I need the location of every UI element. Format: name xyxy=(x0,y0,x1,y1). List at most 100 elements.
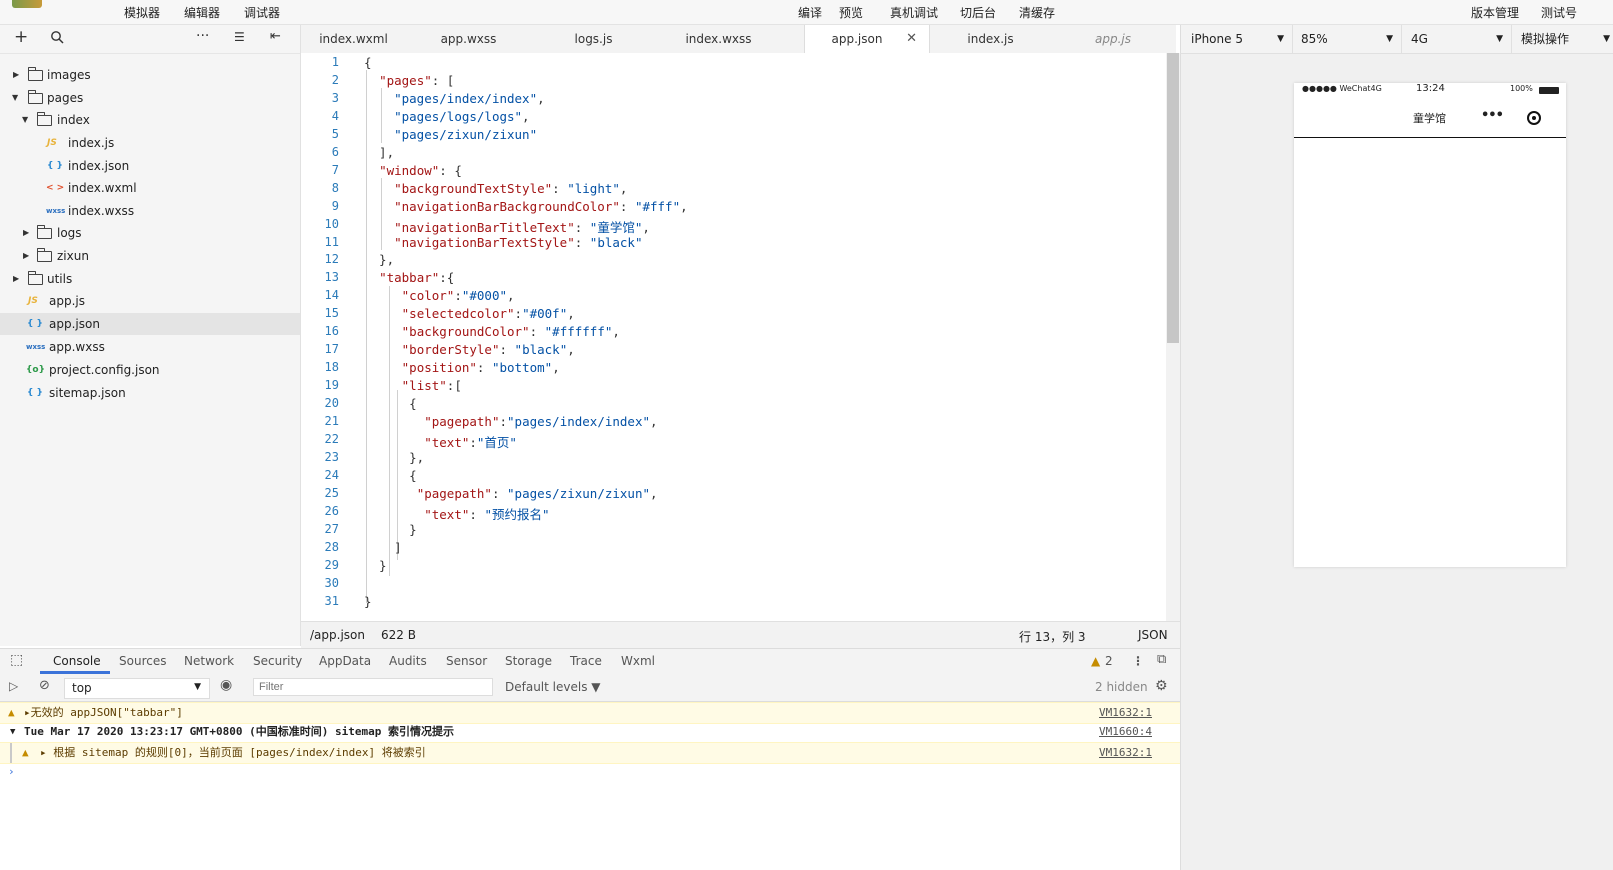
toolbar-remote-debug-button[interactable]: 真机调试 xyxy=(890,4,938,21)
tree-item-pages[interactable]: ▼ pages xyxy=(0,87,300,109)
devtools-tab-network[interactable]: Network xyxy=(184,654,234,668)
console-source-link[interactable]: VM1632:1 xyxy=(1099,703,1152,723)
console-source-link[interactable]: VM1632:1 xyxy=(1099,743,1152,763)
code-line[interactable]: "backgroundColor": "#ffffff", xyxy=(364,324,620,339)
warning-icon[interactable]: ▲ xyxy=(1091,654,1100,668)
devtools-tab-storage[interactable]: Storage xyxy=(505,654,552,668)
tab-index-wxss[interactable]: index.wxss xyxy=(656,25,781,53)
code-line[interactable]: "backgroundTextStyle": "light", xyxy=(364,181,627,196)
tree-item-project-config[interactable]: {o} project.config.json xyxy=(0,359,300,381)
console-source-link[interactable]: VM1660:4 xyxy=(1099,722,1152,742)
code-line[interactable]: "position": "bottom", xyxy=(364,360,560,375)
code-line[interactable]: }, xyxy=(364,252,394,267)
capsule-menu-icon[interactable]: ••• xyxy=(1481,108,1504,123)
console-message[interactable]: ▲ ▸ 根据 sitemap 的规则[0]，当前页面 [pages/index/… xyxy=(0,742,1180,764)
code-line[interactable]: "list":[ xyxy=(364,378,462,393)
expanded-arrow-icon[interactable]: ▼ xyxy=(10,722,15,742)
tree-item-utils[interactable]: ▶ utils xyxy=(0,268,300,290)
console-message[interactable]: ▲ ▸无效的 appJSON["tabbar"] VM1632:1 xyxy=(0,702,1180,724)
code-line[interactable]: "selectedcolor":"#00f", xyxy=(364,306,575,321)
code-line[interactable]: "text":"首页" xyxy=(364,432,517,451)
devtools-tab-console[interactable]: Console xyxy=(53,654,101,668)
toolbar-debugger-label[interactable]: 调试器 xyxy=(244,4,280,21)
toolbar-editor-label[interactable]: 编辑器 xyxy=(184,4,220,21)
sidebar-toggle-icon[interactable]: ▷ xyxy=(9,679,18,693)
tree-item-images[interactable]: ▶ images xyxy=(0,64,300,86)
code-line[interactable]: "navigationBarTitleText": "童学馆", xyxy=(364,217,650,236)
code-line[interactable]: "navigationBarTextStyle": "black" xyxy=(364,235,642,250)
avatar[interactable] xyxy=(12,0,42,8)
kebab-menu-icon[interactable]: ⋮ xyxy=(1132,654,1144,668)
devtools-tab-sources[interactable]: Sources xyxy=(119,654,166,668)
code-line[interactable]: "pages/logs/logs", xyxy=(364,109,529,124)
collapse-icon[interactable]: ☰ xyxy=(234,30,245,44)
code-line[interactable]: } xyxy=(364,522,417,537)
code-editor[interactable]: 1 {2 "pages": [3 "pages/index/index", 4 "p… xyxy=(301,53,1166,621)
zoom-select[interactable]: 85% ▼ xyxy=(1301,25,1402,53)
hide-sidebar-icon[interactable]: ⇤ xyxy=(270,29,281,44)
code-line[interactable]: "tabbar":{ xyxy=(364,270,454,285)
close-icon[interactable]: ✕ xyxy=(906,25,917,53)
code-line[interactable]: } xyxy=(364,558,387,573)
capsule-close-icon[interactable] xyxy=(1527,111,1541,125)
editor-scrollbar-thumb[interactable] xyxy=(1167,53,1179,343)
toolbar-compile-button[interactable]: 编译 xyxy=(798,4,822,21)
tree-item-index-folder[interactable]: ▼ index xyxy=(0,109,300,131)
code-line[interactable]: ] xyxy=(364,540,402,555)
add-icon[interactable]: + xyxy=(14,27,28,47)
tab-app-json[interactable]: app.json ✕ xyxy=(804,25,930,54)
devtools-tab-sensor[interactable]: Sensor xyxy=(446,654,487,668)
gear-icon[interactable]: ⚙ xyxy=(1155,678,1168,694)
search-icon[interactable] xyxy=(50,30,64,48)
status-language[interactable]: JSON xyxy=(1138,628,1168,642)
tree-item-zixun[interactable]: ▶ zixun xyxy=(0,245,300,267)
inspect-element-icon[interactable]: ⬚ xyxy=(10,652,23,668)
toolbar-version-button[interactable]: 版本管理 xyxy=(1471,4,1519,21)
console-prompt[interactable]: › xyxy=(0,762,1180,782)
code-line[interactable]: } xyxy=(364,594,372,609)
tab-index-js[interactable]: index.js xyxy=(928,25,1053,53)
code-line[interactable]: "pages/index/index", xyxy=(364,91,545,106)
log-levels-select[interactable]: Default levels ▼ xyxy=(505,680,601,694)
code-line[interactable]: }, xyxy=(364,450,424,465)
tree-item-app-wxss[interactable]: wxss app.wxss xyxy=(0,336,300,358)
toolbar-preview-button[interactable]: 预览 xyxy=(839,4,863,21)
tree-item-index-wxml[interactable]: < > index.wxml xyxy=(0,177,300,199)
tree-item-index-js[interactable]: JS index.js xyxy=(0,132,300,154)
clear-console-icon[interactable]: ⊘ xyxy=(39,678,50,693)
tree-item-app-js[interactable]: JS app.js xyxy=(0,290,300,312)
console-group[interactable]: ▼ Tue Mar 17 2020 13:23:17 GMT+0800 (中国标… xyxy=(0,722,1180,742)
code-line[interactable]: "color":"#000", xyxy=(364,288,515,303)
tab-app-js-preview[interactable]: app.js xyxy=(1053,25,1173,53)
device-select[interactable]: iPhone 5 ▼ xyxy=(1191,25,1293,53)
code-line[interactable]: "pagepath": "pages/zixun/zixun", xyxy=(364,486,658,501)
network-select[interactable]: 4G ▼ xyxy=(1411,25,1512,53)
code-line[interactable]: "pagepath":"pages/index/index", xyxy=(364,414,657,429)
tree-item-sitemap-json[interactable]: { } sitemap.json xyxy=(0,382,300,404)
eye-icon[interactable]: ◉ xyxy=(220,677,232,693)
code-line[interactable]: "navigationBarBackgroundColor": "#fff", xyxy=(364,199,688,214)
toolbar-clear-cache-button[interactable]: 清缓存 xyxy=(1019,4,1055,21)
code-line[interactable]: "pages": [ xyxy=(364,73,454,88)
code-line[interactable]: { xyxy=(364,55,372,70)
devtools-tab-audits[interactable]: Audits xyxy=(389,654,427,668)
devtools-tab-security[interactable]: Security xyxy=(253,654,302,668)
toolbar-test-account-button[interactable]: 测试号 xyxy=(1541,4,1577,21)
tree-item-index-json[interactable]: { } index.json xyxy=(0,155,300,177)
more-icon[interactable]: ··· xyxy=(196,28,209,44)
context-select[interactable]: top ▼ xyxy=(64,678,210,699)
tab-index-wxml[interactable]: index.wxml xyxy=(301,25,406,53)
simulate-ops-select[interactable]: 模拟操作 ▼ xyxy=(1521,25,1613,53)
code-line[interactable]: { xyxy=(364,396,417,411)
code-line[interactable]: "window": { xyxy=(364,163,462,178)
code-line[interactable]: "text": "预约报名" xyxy=(364,504,549,523)
tree-item-index-wxss[interactable]: wxss index.wxss xyxy=(0,200,300,222)
tree-item-app-json[interactable]: { } app.json xyxy=(0,313,300,335)
toolbar-simulator-label[interactable]: 模拟器 xyxy=(124,4,160,21)
devtools-tab-wxml[interactable]: Wxml xyxy=(621,654,655,668)
status-cursor-position[interactable]: 行 13，列 3 xyxy=(1019,628,1086,645)
devtools-tab-trace[interactable]: Trace xyxy=(570,654,602,668)
tab-app-wxss[interactable]: app.wxss xyxy=(406,25,531,53)
code-line[interactable]: { xyxy=(364,468,417,483)
console-output[interactable]: ▲ ▸无效的 appJSON["tabbar"] VM1632:1 ▼ Tue … xyxy=(0,702,1180,870)
